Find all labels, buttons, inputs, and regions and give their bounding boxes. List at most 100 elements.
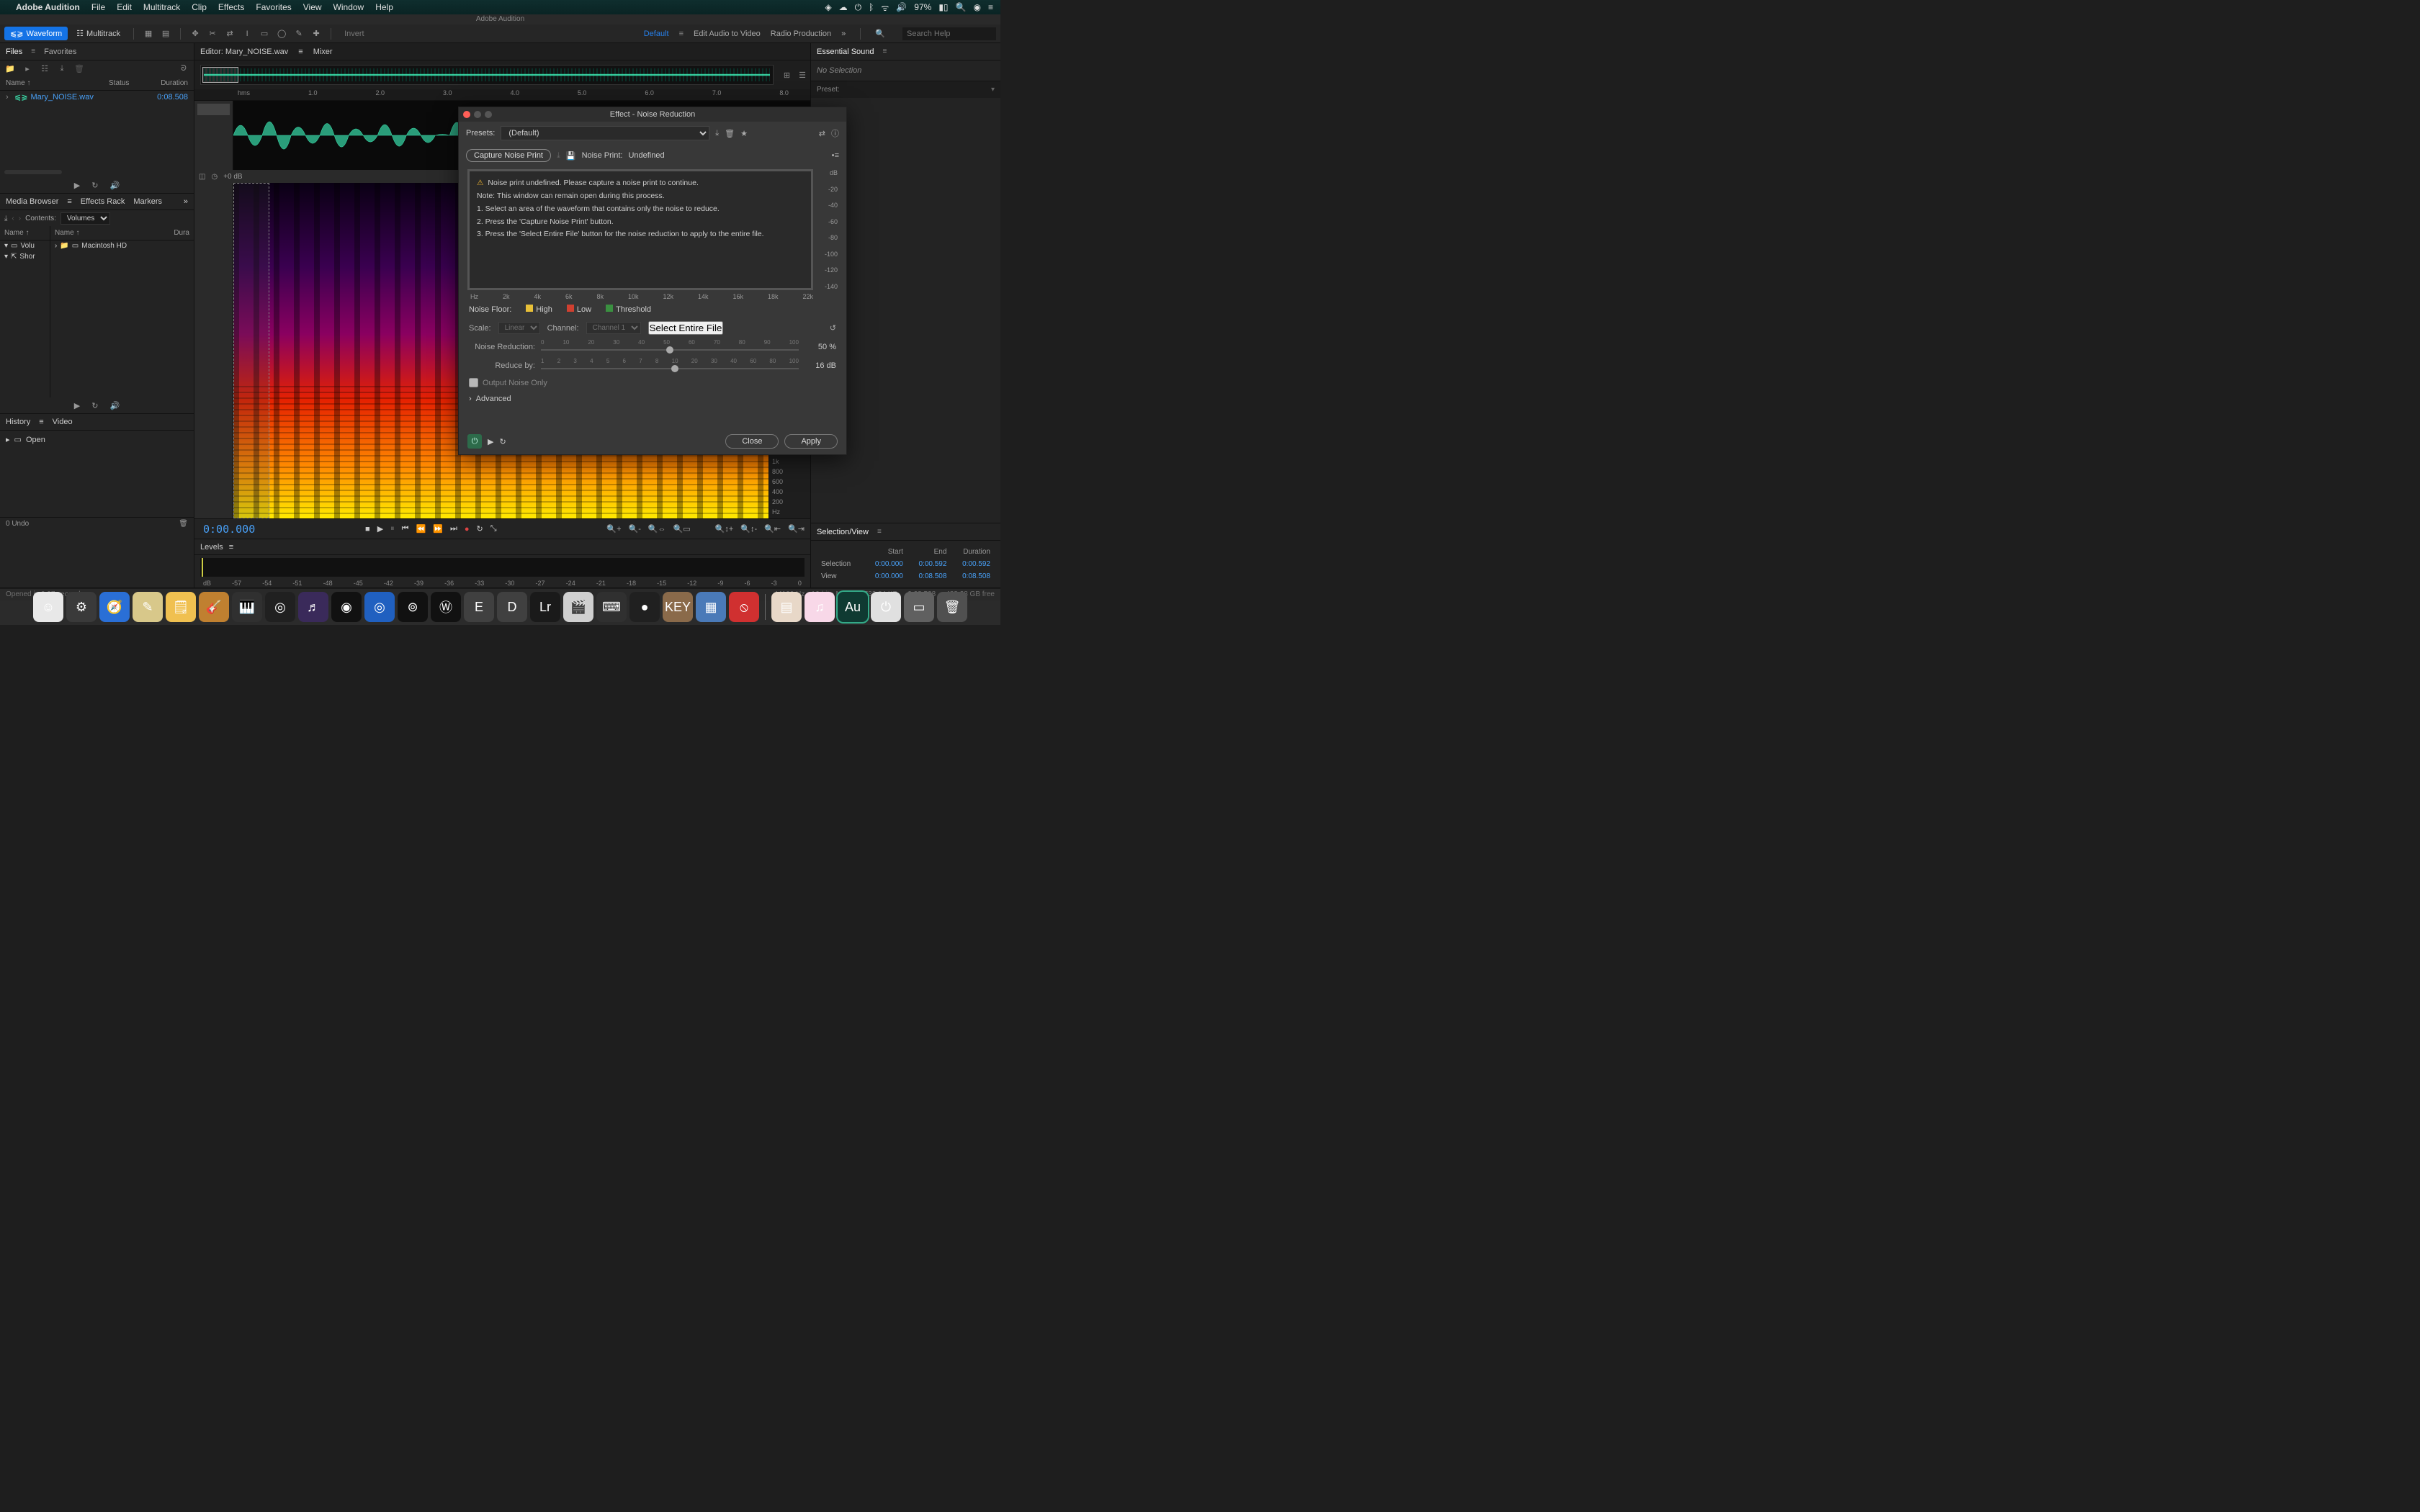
dock-app[interactable]: ☺	[33, 592, 63, 622]
workspace-more-icon[interactable]: »	[841, 30, 846, 38]
stop-button[interactable]: ■	[365, 525, 370, 534]
loop-icon[interactable]: ↻	[91, 401, 98, 410]
overview-waveform[interactable]	[200, 65, 774, 85]
zoom-sel-icon[interactable]: 🔍▭	[673, 524, 691, 534]
workspace-radio[interactable]: Radio Production	[771, 30, 831, 38]
trash-icon[interactable]: 🗑	[179, 520, 188, 528]
dock-app[interactable]: 🎹	[232, 592, 262, 622]
selview-view-dur[interactable]: 0:08.508	[951, 571, 993, 582]
new-multitrack-icon[interactable]: ☷	[39, 64, 50, 73]
time-ruler[interactable]: hms 1.0 2.0 3.0 4.0 5.0 6.0 7.0 8.0	[194, 89, 810, 101]
rb-slider[interactable]: 12345678102030406080100	[541, 358, 799, 374]
es-menu-icon[interactable]: ≡	[883, 48, 887, 55]
preset-dropdown-icon[interactable]: ▾	[991, 86, 995, 94]
menubar-uad-icon[interactable]: ◈	[825, 2, 831, 12]
channel-map-icon[interactable]: ⇄	[819, 129, 825, 138]
tab-editor[interactable]: Editor: Mary_NOISE.wav	[200, 48, 288, 56]
select-entire-file-button[interactable]: Select Entire File	[648, 321, 724, 335]
tab-essential-sound[interactable]: Essential Sound	[817, 48, 874, 56]
levels-menu-icon[interactable]: ≡	[229, 543, 233, 552]
col-name[interactable]: Name ↑	[6, 79, 109, 87]
zoom-full-icon[interactable]: 🔍⇔	[648, 524, 666, 534]
preview-loop-button[interactable]: ↻	[499, 437, 506, 446]
mb-right-header-name[interactable]: Name ↑	[55, 229, 174, 237]
view-options2-icon[interactable]: ☰	[794, 71, 810, 80]
waveform-mode-button[interactable]: ⫹⫺ Waveform	[4, 27, 68, 40]
mb-tree-item[interactable]: ▾⇱Shor	[0, 251, 50, 262]
history-row[interactable]: ▸ ▭ Open	[6, 433, 188, 446]
menubar-bluetooth-icon[interactable]: ᛒ	[869, 2, 874, 12]
next-button[interactable]: ⏭	[450, 524, 457, 534]
capture-noise-print-button[interactable]: Capture Noise Print	[466, 149, 551, 162]
clock-icon[interactable]: ◷	[211, 173, 218, 181]
marquee-tool[interactable]: ▭	[257, 27, 272, 41]
nr-slider[interactable]: 0102030405060708090100	[541, 339, 799, 355]
menubar-power-icon[interactable]: ⏻	[855, 2, 862, 13]
menubar-notifications-icon[interactable]: ≡	[988, 2, 993, 12]
zoom-in-point-icon[interactable]: 🔍⇤	[764, 524, 781, 534]
selview-view-end[interactable]: 0:08.508	[908, 571, 950, 582]
tab-files[interactable]: Files	[6, 48, 22, 56]
help-icon[interactable]: ⓘ	[831, 127, 839, 139]
workspace-edit-audio[interactable]: Edit Audio to Video	[694, 30, 761, 38]
mb-left-header[interactable]: Name ↑	[4, 229, 29, 237]
menu-clip[interactable]: Clip	[192, 2, 207, 12]
view-options-icon[interactable]: ⊞	[779, 71, 794, 80]
show-spectral-button[interactable]: ▦	[141, 27, 156, 41]
dock-app[interactable]: ▭	[904, 592, 934, 622]
levels-meter[interactable]	[200, 558, 805, 577]
prev-button[interactable]: ⏮	[402, 524, 409, 534]
workspace-default[interactable]: Default	[644, 30, 669, 38]
menu-multitrack[interactable]: Multitrack	[143, 2, 180, 12]
dock-app[interactable]: Lr	[530, 592, 560, 622]
workspace-menu-icon[interactable]: ≡	[679, 30, 684, 38]
close-button[interactable]: Close	[725, 434, 779, 449]
mb-back-icon[interactable]: ‹	[12, 215, 14, 222]
dock-app[interactable]: ◎	[265, 592, 295, 622]
dock-app[interactable]: ●	[629, 592, 660, 622]
dock-app[interactable]: ⊚	[398, 592, 428, 622]
record-button[interactable]: ●	[465, 525, 470, 534]
dock-app[interactable]: Ⓦ	[431, 592, 461, 622]
selview-sel-start[interactable]: 0:00.000	[864, 559, 906, 570]
dock-app[interactable]: ⦸	[729, 592, 759, 622]
delete-preset-icon[interactable]: 🗑	[725, 129, 735, 138]
selview-view-start[interactable]: 0:00.000	[864, 571, 906, 582]
menu-window[interactable]: Window	[333, 2, 364, 12]
output-noise-checkbox[interactable]	[469, 378, 478, 387]
apply-button[interactable]: Apply	[784, 434, 838, 449]
dock-app[interactable]: 🎸	[199, 592, 229, 622]
dock-app[interactable]: E	[464, 592, 494, 622]
load-noiseprint-icon[interactable]: ⤓	[557, 151, 560, 161]
dock-app[interactable]: ⌨	[596, 592, 627, 622]
dock-app[interactable]: 🗒	[166, 592, 196, 622]
search-help-input[interactable]	[902, 27, 996, 40]
time-selection-tool[interactable]: I	[240, 27, 254, 41]
col-duration[interactable]: Duration	[145, 79, 188, 87]
tab-mixer[interactable]: Mixer	[313, 48, 333, 56]
open-file-icon[interactable]: 📁	[4, 64, 16, 73]
delete-icon[interactable]: 🗑	[73, 64, 85, 73]
play-button[interactable]: ▶	[377, 524, 383, 534]
col-status[interactable]: Status	[109, 79, 145, 87]
menubar-cc-icon[interactable]: ☁	[839, 2, 848, 12]
brush-tool[interactable]: ✎	[292, 27, 306, 41]
reset-curve-icon[interactable]: ↺	[830, 323, 836, 333]
menu-edit[interactable]: Edit	[117, 2, 132, 12]
dock-app[interactable]: ◉	[331, 592, 362, 622]
pause-button[interactable]: ⏸	[390, 524, 395, 534]
autoplay-icon[interactable]: 🔊	[109, 181, 120, 190]
menu-file[interactable]: File	[91, 2, 105, 12]
loop-button[interactable]: ↻	[477, 524, 483, 534]
nr-value[interactable]: 50 %	[805, 343, 836, 351]
menu-favorites[interactable]: Favorites	[256, 2, 291, 12]
menu-help[interactable]: Help	[375, 2, 393, 12]
menubar-volume-icon[interactable]: 🔊	[896, 2, 907, 12]
selview-sel-dur[interactable]: 0:00.592	[951, 559, 993, 570]
preview-play-button[interactable]: ▶	[488, 437, 493, 446]
zoom-in-icon[interactable]: 🔍+	[606, 524, 621, 534]
menubar-wifi-icon[interactable]: ᯤ	[881, 1, 889, 14]
heal-tool[interactable]: ✚	[309, 27, 323, 41]
rb-value[interactable]: 16 dB	[805, 361, 836, 370]
dock-app[interactable]: D	[497, 592, 527, 622]
